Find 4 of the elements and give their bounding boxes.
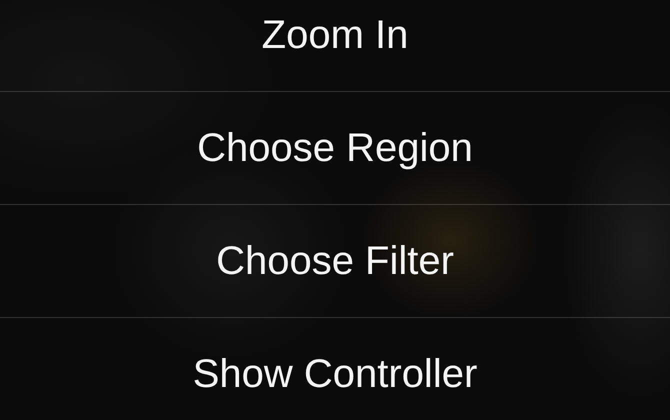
menu-item[interactable]: Show Controller (0, 318, 670, 420)
menu-item[interactable]: Zoom In (0, 0, 670, 92)
menu-item[interactable]: Choose Region (0, 92, 670, 205)
menu-item[interactable]: Choose Filter (0, 205, 670, 318)
